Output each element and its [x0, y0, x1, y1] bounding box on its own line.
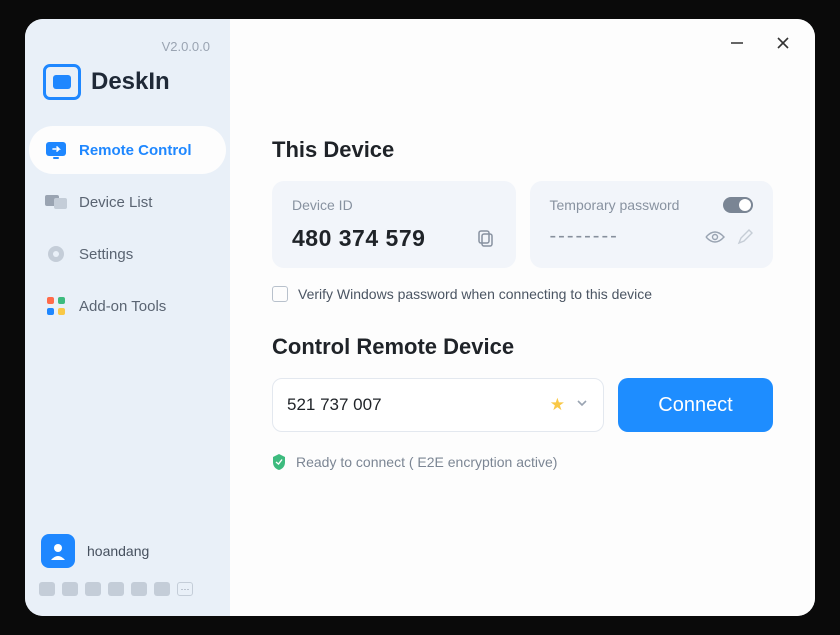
status-row: Ready to connect ( E2E encryption active… — [272, 454, 773, 470]
device-id-card: Device ID 480 374 579 — [272, 181, 516, 268]
sidebar: V2.0.0.0 DeskIn Remote Control Device Li… — [25, 19, 230, 616]
user-block[interactable]: hoandang — [29, 526, 226, 576]
temp-password-toggle[interactable] — [723, 197, 753, 213]
bottom-more-icon[interactable]: ⋯ — [177, 582, 193, 596]
bottom-icon-6[interactable] — [154, 582, 170, 596]
sidebar-item-remote-control[interactable]: Remote Control — [29, 126, 226, 174]
remote-id-input-wrapper[interactable]: ★ — [272, 378, 604, 432]
sidebar-item-addon-tools[interactable]: Add-on Tools — [29, 282, 226, 330]
pencil-icon[interactable] — [737, 229, 753, 245]
sidebar-item-label: Remote Control — [79, 142, 192, 159]
device-id-label: Device ID — [292, 197, 496, 213]
logo-text: DeskIn — [91, 68, 170, 96]
app-window: V2.0.0.0 DeskIn Remote Control Device Li… — [25, 19, 815, 616]
shield-icon — [272, 454, 286, 470]
temp-password-mask: -------- — [550, 225, 619, 248]
remote-id-input[interactable] — [287, 395, 550, 415]
window-controls — [729, 35, 791, 51]
sidebar-item-settings[interactable]: Settings — [29, 230, 226, 278]
remote-control-icon — [45, 140, 67, 160]
temp-password-card: Temporary password -------- — [530, 181, 774, 268]
star-icon[interactable]: ★ — [550, 395, 565, 415]
chevron-down-icon[interactable] — [575, 396, 589, 415]
control-remote-heading: Control Remote Device — [272, 334, 773, 360]
logo-icon — [43, 64, 81, 100]
gear-icon — [45, 244, 67, 264]
addon-icon — [45, 296, 67, 316]
sidebar-item-label: Device List — [79, 194, 152, 211]
device-list-icon — [45, 192, 67, 212]
bottom-icon-4[interactable] — [108, 582, 124, 596]
connect-button[interactable]: Connect — [618, 378, 773, 432]
bottom-icon-5[interactable] — [131, 582, 147, 596]
eye-icon[interactable] — [705, 229, 725, 245]
temp-password-label: Temporary password — [550, 197, 680, 213]
logo: DeskIn — [43, 64, 226, 100]
bottom-icon-2[interactable] — [62, 582, 78, 596]
verify-password-label: Verify Windows password when connecting … — [298, 286, 652, 302]
sidebar-item-label: Settings — [79, 246, 133, 263]
verify-password-row: Verify Windows password when connecting … — [272, 286, 773, 302]
copy-icon[interactable] — [478, 230, 496, 248]
close-button[interactable] — [775, 35, 791, 51]
bottom-tool-icons: ⋯ — [29, 576, 226, 602]
avatar — [41, 534, 75, 568]
bottom-icon-3[interactable] — [85, 582, 101, 596]
main-panel: This Device Device ID 480 374 579 Tempor… — [230, 19, 815, 616]
status-text: Ready to connect ( E2E encryption active… — [296, 454, 557, 470]
username: hoandang — [87, 543, 149, 559]
device-id-value: 480 374 579 — [292, 225, 425, 252]
this-device-heading: This Device — [272, 137, 773, 163]
minimize-button[interactable] — [729, 35, 745, 51]
sidebar-item-device-list[interactable]: Device List — [29, 178, 226, 226]
version-label: V2.0.0.0 — [29, 39, 210, 54]
verify-password-checkbox[interactable] — [272, 286, 288, 302]
sidebar-item-label: Add-on Tools — [79, 298, 166, 315]
bottom-icon-1[interactable] — [39, 582, 55, 596]
